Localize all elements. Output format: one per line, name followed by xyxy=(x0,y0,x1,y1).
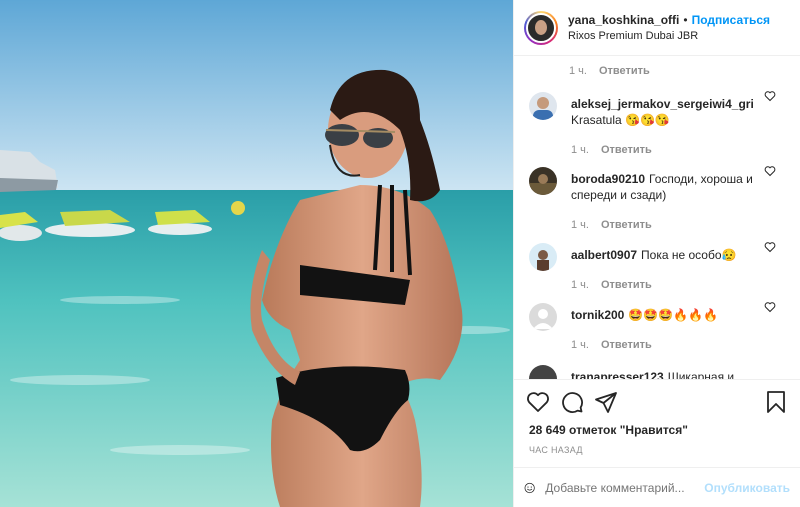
comment-meta: 1 ч. Ответить xyxy=(571,142,764,158)
commenter-avatar[interactable] xyxy=(529,92,557,120)
comment-like-heart-icon[interactable] xyxy=(764,165,776,177)
comment-item: tranapresser123 Шикарная и xyxy=(529,353,790,379)
comment-like-heart-icon[interactable] xyxy=(764,90,776,102)
author-avatar[interactable] xyxy=(524,10,558,45)
comment-meta: 1 ч. Ответить xyxy=(529,56,790,86)
paper-plane-icon[interactable] xyxy=(594,390,618,414)
commenter-avatar[interactable] xyxy=(529,243,557,271)
follow-button[interactable]: Подписаться xyxy=(692,12,770,28)
bookmark-icon[interactable] xyxy=(764,390,788,414)
comment-meta: 1 ч. Ответить xyxy=(571,217,764,233)
commenter-avatar-placeholder[interactable] xyxy=(529,303,557,331)
comment-time: 1 ч. xyxy=(571,279,589,291)
comment-text: Пока не особо😥 xyxy=(641,248,737,262)
add-comment-bar: Опубликовать xyxy=(514,467,800,507)
reply-button[interactable]: Ответить xyxy=(601,144,652,156)
comment-icon[interactable] xyxy=(560,390,584,414)
instagram-post: yana_koshkina_offi • Подписаться Rixos P… xyxy=(0,0,800,507)
commenter-username[interactable]: aalbert0907 xyxy=(571,248,637,262)
comment-item: aalbert0907 Пока не особо😥 1 ч. Ответить xyxy=(529,237,790,297)
heart-icon[interactable] xyxy=(526,390,550,414)
post-side-panel: yana_koshkina_offi • Подписаться Rixos P… xyxy=(513,0,800,507)
likes-count[interactable]: 28 649 отметок "Нравится" xyxy=(514,423,800,441)
comment-like-heart-icon[interactable] xyxy=(764,241,776,253)
publish-button[interactable]: Опубликовать xyxy=(704,481,790,495)
commenter-avatar[interactable] xyxy=(529,167,557,195)
comment-time: 1 ч. xyxy=(571,144,589,156)
comment-item: aleksej_jermakov_sergeiwi4_gri Krasatula… xyxy=(529,86,790,161)
commenter-avatar[interactable] xyxy=(529,365,557,379)
comments-list[interactable]: 1 ч. Ответить aleksej_jermakov_sergeiwi4… xyxy=(514,56,800,379)
post-photo[interactable] xyxy=(0,0,513,507)
comment-meta: 1 ч. Ответить xyxy=(571,277,764,293)
reply-button[interactable]: Ответить xyxy=(601,219,652,231)
header-separator: • xyxy=(683,12,688,27)
reply-button[interactable]: Ответить xyxy=(599,65,650,77)
comment-meta: 1 ч. Ответить xyxy=(571,337,764,353)
commenter-username[interactable]: tranapresser123 xyxy=(571,370,664,379)
commenter-username[interactable]: boroda90210 xyxy=(571,172,645,186)
beach-photo-image xyxy=(0,0,513,507)
reply-button[interactable]: Ответить xyxy=(601,279,652,291)
comment-time: 1 ч. xyxy=(571,219,589,231)
comment-text: 🤩🤩🤩🔥🔥🔥 xyxy=(628,308,719,322)
comment-text: Krasatula 😘😘😘 xyxy=(571,113,670,127)
comment-item: boroda90210 Господи, хороша и спереди и … xyxy=(529,161,790,237)
commenter-username[interactable]: aleksej_jermakov_sergeiwi4_gri xyxy=(571,97,754,111)
post-time[interactable]: ЧАС НАЗАД xyxy=(514,441,800,467)
comment-time: 1 ч. xyxy=(569,65,587,77)
post-header: yana_koshkina_offi • Подписаться Rixos P… xyxy=(514,0,800,56)
comment-time: 1 ч. xyxy=(571,339,589,351)
smiley-icon[interactable] xyxy=(524,476,535,500)
author-username[interactable]: yana_koshkina_offi xyxy=(568,12,679,28)
commenter-username[interactable]: tornik200 xyxy=(571,308,624,322)
comment-item: tornik200 🤩🤩🤩🔥🔥🔥 1 ч. Ответить xyxy=(529,297,790,353)
add-comment-input[interactable] xyxy=(545,480,701,495)
post-location[interactable]: Rixos Premium Dubai JBR xyxy=(568,28,770,44)
post-actions-bar xyxy=(514,379,800,423)
reply-button[interactable]: Ответить xyxy=(601,339,652,351)
comment-like-heart-icon[interactable] xyxy=(764,301,776,313)
comment-text: Шикарная и xyxy=(667,370,735,379)
